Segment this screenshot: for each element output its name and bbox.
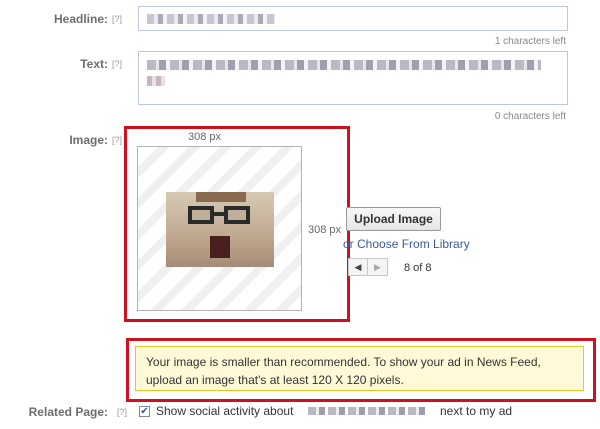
image-pager: ◀ ▶	[348, 258, 388, 276]
image-help-icon[interactable]: [?]	[112, 135, 122, 145]
text-input[interactable]	[138, 51, 568, 105]
text-redacted-line-2	[147, 76, 165, 86]
image-pagination-count: 8 of 8	[404, 262, 432, 274]
text-label: Text:	[80, 57, 108, 71]
warning-line-2: upload an image that's at least 120 X 12…	[146, 373, 404, 387]
image-label: Image:	[69, 133, 108, 147]
social-activity-checkbox[interactable]: ✔	[139, 406, 150, 417]
image-size-warning: Your image is smaller than recommended. …	[135, 346, 584, 391]
related-page-help-icon[interactable]: [?]	[117, 407, 127, 417]
upload-image-button[interactable]: Upload Image	[346, 207, 441, 231]
related-page-text-before: Show social activity about	[156, 404, 294, 418]
ad-image-thumbnail	[166, 192, 274, 267]
headline-help-icon[interactable]: [?]	[112, 14, 122, 24]
image-height-label: 308 px	[308, 224, 342, 236]
image-width-label: 308 px	[188, 131, 222, 143]
image-preview-box[interactable]	[137, 146, 302, 311]
chevron-left-icon: ◀	[354, 261, 362, 272]
text-counter: 0 characters left	[494, 111, 566, 122]
chevron-right-icon: ▶	[374, 261, 381, 272]
warning-line-1: Your image is smaller than recommended. …	[146, 355, 541, 369]
related-page-redacted-name	[308, 407, 426, 415]
text-help-icon[interactable]: [?]	[112, 59, 122, 69]
headline-label: Headline:	[53, 12, 108, 26]
choose-from-library-link[interactable]: or Choose From Library	[343, 237, 470, 251]
previous-image-button[interactable]: ◀	[348, 258, 368, 276]
headline-input[interactable]	[138, 6, 568, 31]
next-image-button[interactable]: ▶	[368, 258, 388, 276]
checkmark-icon: ✔	[140, 405, 149, 417]
text-redacted-line-1	[147, 60, 541, 70]
related-page-label: Related Page:	[28, 405, 108, 419]
headline-redacted-text	[147, 14, 275, 24]
headline-counter: 1 characters left	[494, 36, 566, 47]
related-page-text-after: next to my ad	[440, 404, 513, 418]
